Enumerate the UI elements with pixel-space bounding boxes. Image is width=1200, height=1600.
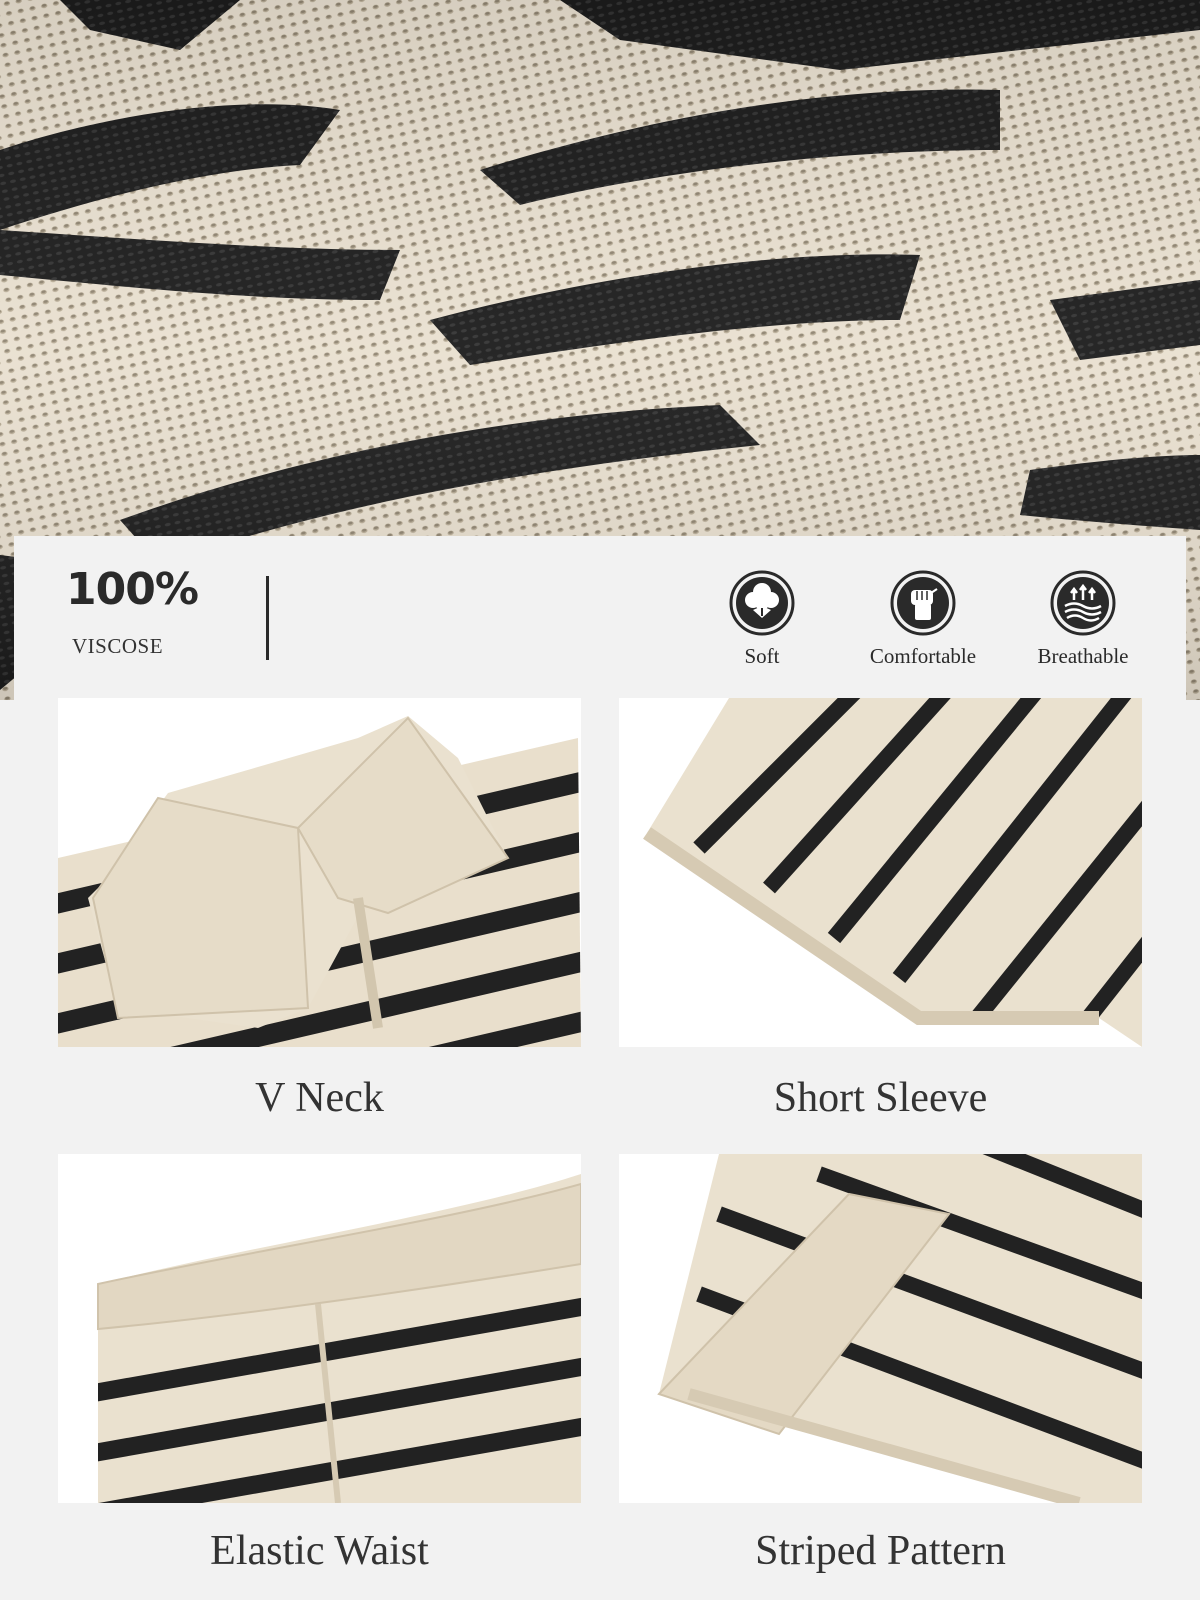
fabric-percentage: 100% — [66, 564, 199, 615]
fist-icon — [890, 570, 956, 636]
detail-photo-elastic-waist — [58, 1154, 581, 1503]
caption-v-neck: V Neck — [255, 1075, 384, 1121]
airflow-icon — [1050, 570, 1116, 636]
fabric-info-panel: 100% VISCOSE Soft Comfortable Breathable — [14, 536, 1186, 700]
caption-elastic-waist: Elastic Waist — [210, 1528, 429, 1574]
caption-short-sleeve: Short Sleeve — [773, 1075, 988, 1121]
detail-photo-v-neck — [58, 698, 581, 1047]
feature-breathable: Breathable — [1003, 570, 1163, 669]
feature-comfortable: Comfortable — [843, 570, 1003, 669]
divider — [266, 576, 269, 660]
short-sleeve-graphic — [643, 698, 1142, 1047]
detail-photo-short-sleeve — [619, 698, 1142, 1047]
feature-soft: Soft — [682, 570, 842, 669]
feature-label: Comfortable — [869, 644, 977, 668]
feature-label: Soft — [744, 644, 780, 668]
fabric-material: VISCOSE — [72, 634, 164, 658]
v-neck-graphic — [58, 716, 581, 1047]
feature-label: Breathable — [1037, 644, 1129, 668]
elastic-waist-graphic — [97, 1174, 581, 1503]
cotton-flower-icon — [729, 570, 795, 636]
detail-photo-striped-pattern — [619, 1154, 1142, 1503]
caption-striped-pattern: Striped Pattern — [755, 1528, 1006, 1574]
striped-pattern-graphic — [657, 1154, 1142, 1503]
